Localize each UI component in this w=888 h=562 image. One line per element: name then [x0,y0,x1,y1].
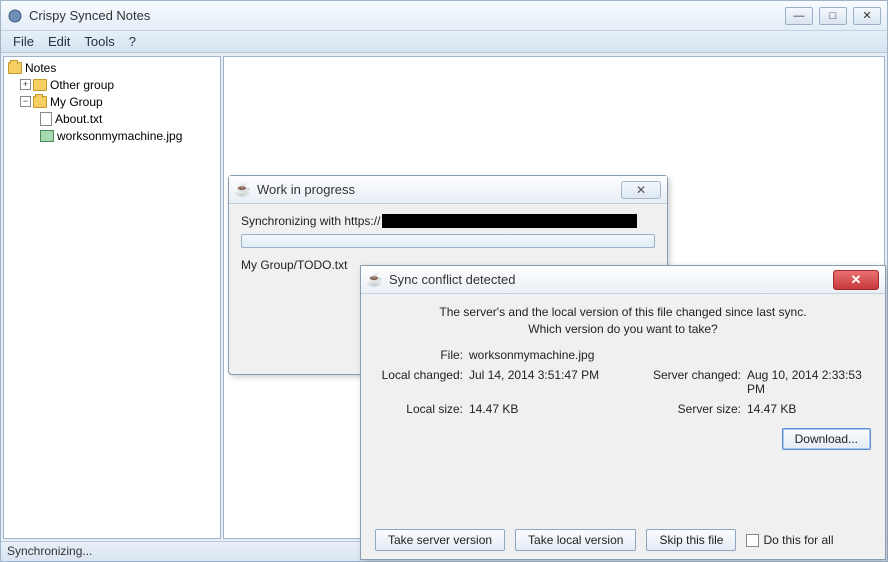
action-row: Take server version Take local version S… [375,521,871,551]
menu-help[interactable]: ? [123,32,142,51]
server-changed-label: Server changed: [639,368,747,396]
take-local-button[interactable]: Take local version [515,529,636,551]
main-titlebar: Crispy Synced Notes — □ ✕ [1,1,887,31]
tree-label: Other group [50,78,114,92]
file-label: File: [375,348,469,362]
tree-panel[interactable]: Notes + Other group − My Group About.txt… [3,56,221,539]
skip-file-button[interactable]: Skip this file [646,529,736,551]
close-button[interactable]: ✕ [853,7,881,25]
maximize-button[interactable]: □ [819,7,847,25]
tree-root[interactable]: Notes [6,59,218,76]
tree-label: worksonmymachine.jpg [57,129,182,143]
conflict-info-grid: File: worksonmymachine.jpg Local changed… [375,348,871,416]
tree-label: About.txt [55,112,102,126]
folder-icon [33,96,47,108]
java-icon: ☕ [235,182,251,198]
folder-icon [33,79,47,91]
redacted-url [382,214,637,228]
menu-tools[interactable]: Tools [78,32,120,51]
menu-file[interactable]: File [7,32,40,51]
server-size-label: Server size: [639,402,747,416]
message-line1: The server's and the local version of th… [375,304,871,321]
local-size-label: Local size: [375,402,469,416]
minimize-button[interactable]: — [785,7,813,25]
file-value: worksonmymachine.jpg [469,348,639,362]
expander-icon[interactable]: + [20,79,31,90]
tree-my-group[interactable]: − My Group [6,93,218,110]
server-size-value: 14.47 KB [747,402,871,416]
image-icon [40,130,54,142]
menu-edit[interactable]: Edit [42,32,76,51]
tree-about-file[interactable]: About.txt [6,110,218,127]
local-changed-label: Local changed: [375,368,469,396]
folder-icon [8,62,22,74]
sync-prefix: Synchronizing with https:// [241,214,380,228]
progress-bar [241,234,655,248]
tree-label: My Group [50,95,103,109]
file-icon [40,112,52,126]
conflict-title: Sync conflict detected [389,272,833,287]
sync-url-line: Synchronizing with https:// [241,214,655,228]
server-changed-value: Aug 10, 2014 2:33:53 PM [747,368,871,396]
menubar: File Edit Tools ? [1,31,887,53]
take-server-button[interactable]: Take server version [375,529,505,551]
expander-icon[interactable]: − [20,96,31,107]
tree-label: Notes [25,61,56,75]
conflict-body: The server's and the local version of th… [361,294,885,559]
local-size-value: 14.47 KB [469,402,639,416]
download-button[interactable]: Download... [782,428,871,450]
tree-works-file[interactable]: worksonmymachine.jpg [6,127,218,144]
progress-close-button[interactable]: ✕ [621,181,661,199]
java-icon: ☕ [367,272,383,288]
download-row: Download... [375,428,871,450]
local-changed-value: Jul 14, 2014 3:51:47 PM [469,368,639,396]
tree-other-group[interactable]: + Other group [6,76,218,93]
conflict-message: The server's and the local version of th… [375,304,871,338]
conflict-dialog: ☕ Sync conflict detected ✕ The server's … [360,265,886,560]
conflict-close-button[interactable]: ✕ [833,270,879,290]
window-controls: — □ ✕ [785,7,881,25]
window-title: Crispy Synced Notes [29,8,785,23]
progress-titlebar: ☕ Work in progress ✕ [229,176,667,204]
do-for-all-checkbox[interactable] [746,534,759,547]
progress-title: Work in progress [257,182,621,197]
status-text: Synchronizing... [7,544,92,558]
conflict-titlebar: ☕ Sync conflict detected ✕ [361,266,885,294]
do-for-all-text: Do this for all [763,533,833,547]
app-icon [7,8,23,24]
do-for-all-label[interactable]: Do this for all [746,533,833,547]
message-line2: Which version do you want to take? [375,321,871,338]
